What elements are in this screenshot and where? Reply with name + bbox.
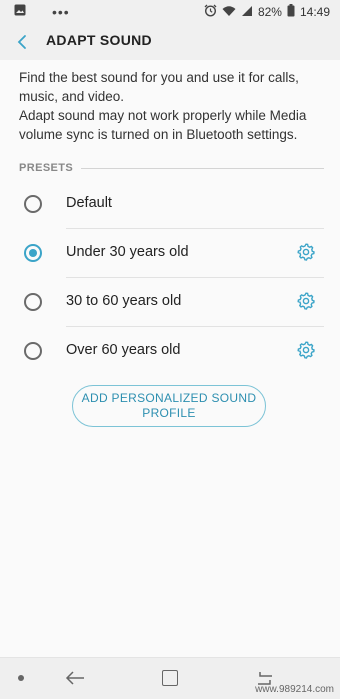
add-personalized-sound-profile-button[interactable]: ADD PERSONALIZED SOUND PROFILE — [72, 385, 266, 427]
description-line-2: Adapt sound may not work properly while … — [19, 108, 307, 142]
preset-row-over-60[interactable]: Over 60 years old — [0, 327, 340, 376]
page-title: ADAPT SOUND — [46, 32, 152, 48]
preset-label: Under 30 years old — [66, 244, 189, 260]
gear-icon[interactable] — [296, 242, 316, 262]
nav-home-icon[interactable] — [162, 670, 178, 686]
watermark: www.989214.com — [255, 684, 334, 695]
wifi-icon — [222, 5, 236, 20]
app-bar: ADAPT SOUND — [0, 22, 340, 60]
preset-label: 30 to 60 years old — [66, 293, 182, 309]
status-time: 14:49 — [299, 5, 330, 19]
preset-row-default[interactable]: Default — [0, 180, 340, 229]
more-dots-icon: ••• — [52, 3, 70, 20]
description: Find the best sound for you and use it f… — [19, 68, 329, 144]
nav-back-icon[interactable] — [64, 668, 86, 688]
presets-header-label: PRESETS — [19, 162, 74, 174]
image-icon — [14, 4, 26, 19]
radio-30-to-60[interactable] — [24, 293, 42, 311]
description-line-1: Find the best sound for you and use it f… — [19, 70, 299, 104]
presets-section-header: PRESETS — [19, 162, 324, 174]
chevron-left-icon — [17, 35, 26, 49]
gear-icon[interactable] — [296, 291, 316, 311]
add-button-line-2: PROFILE — [142, 406, 196, 420]
gear-icon[interactable] — [296, 340, 316, 360]
navigation-bar: www.989214.com — [0, 657, 340, 699]
alarm-icon — [204, 4, 217, 20]
status-bar: ••• 82% 14:49 — [0, 0, 340, 22]
back-button[interactable] — [10, 30, 34, 54]
settings-card: Find the best sound for you and use it f… — [0, 60, 340, 657]
radio-over-60[interactable] — [24, 342, 42, 360]
add-button-line-1: ADD PERSONALIZED SOUND — [81, 391, 257, 405]
preset-row-30-to-60[interactable]: 30 to 60 years old — [0, 278, 340, 327]
nav-dot-icon[interactable] — [18, 675, 24, 681]
preset-label: Default — [66, 195, 112, 211]
preset-label: Over 60 years old — [66, 342, 181, 358]
section-divider — [81, 167, 324, 169]
signal-icon — [241, 5, 253, 20]
preset-row-under-30[interactable]: Under 30 years old — [0, 229, 340, 278]
battery-icon — [287, 4, 295, 20]
battery-percent: 82% — [257, 5, 282, 19]
radio-default[interactable] — [24, 195, 42, 213]
radio-under-30[interactable] — [24, 244, 42, 262]
